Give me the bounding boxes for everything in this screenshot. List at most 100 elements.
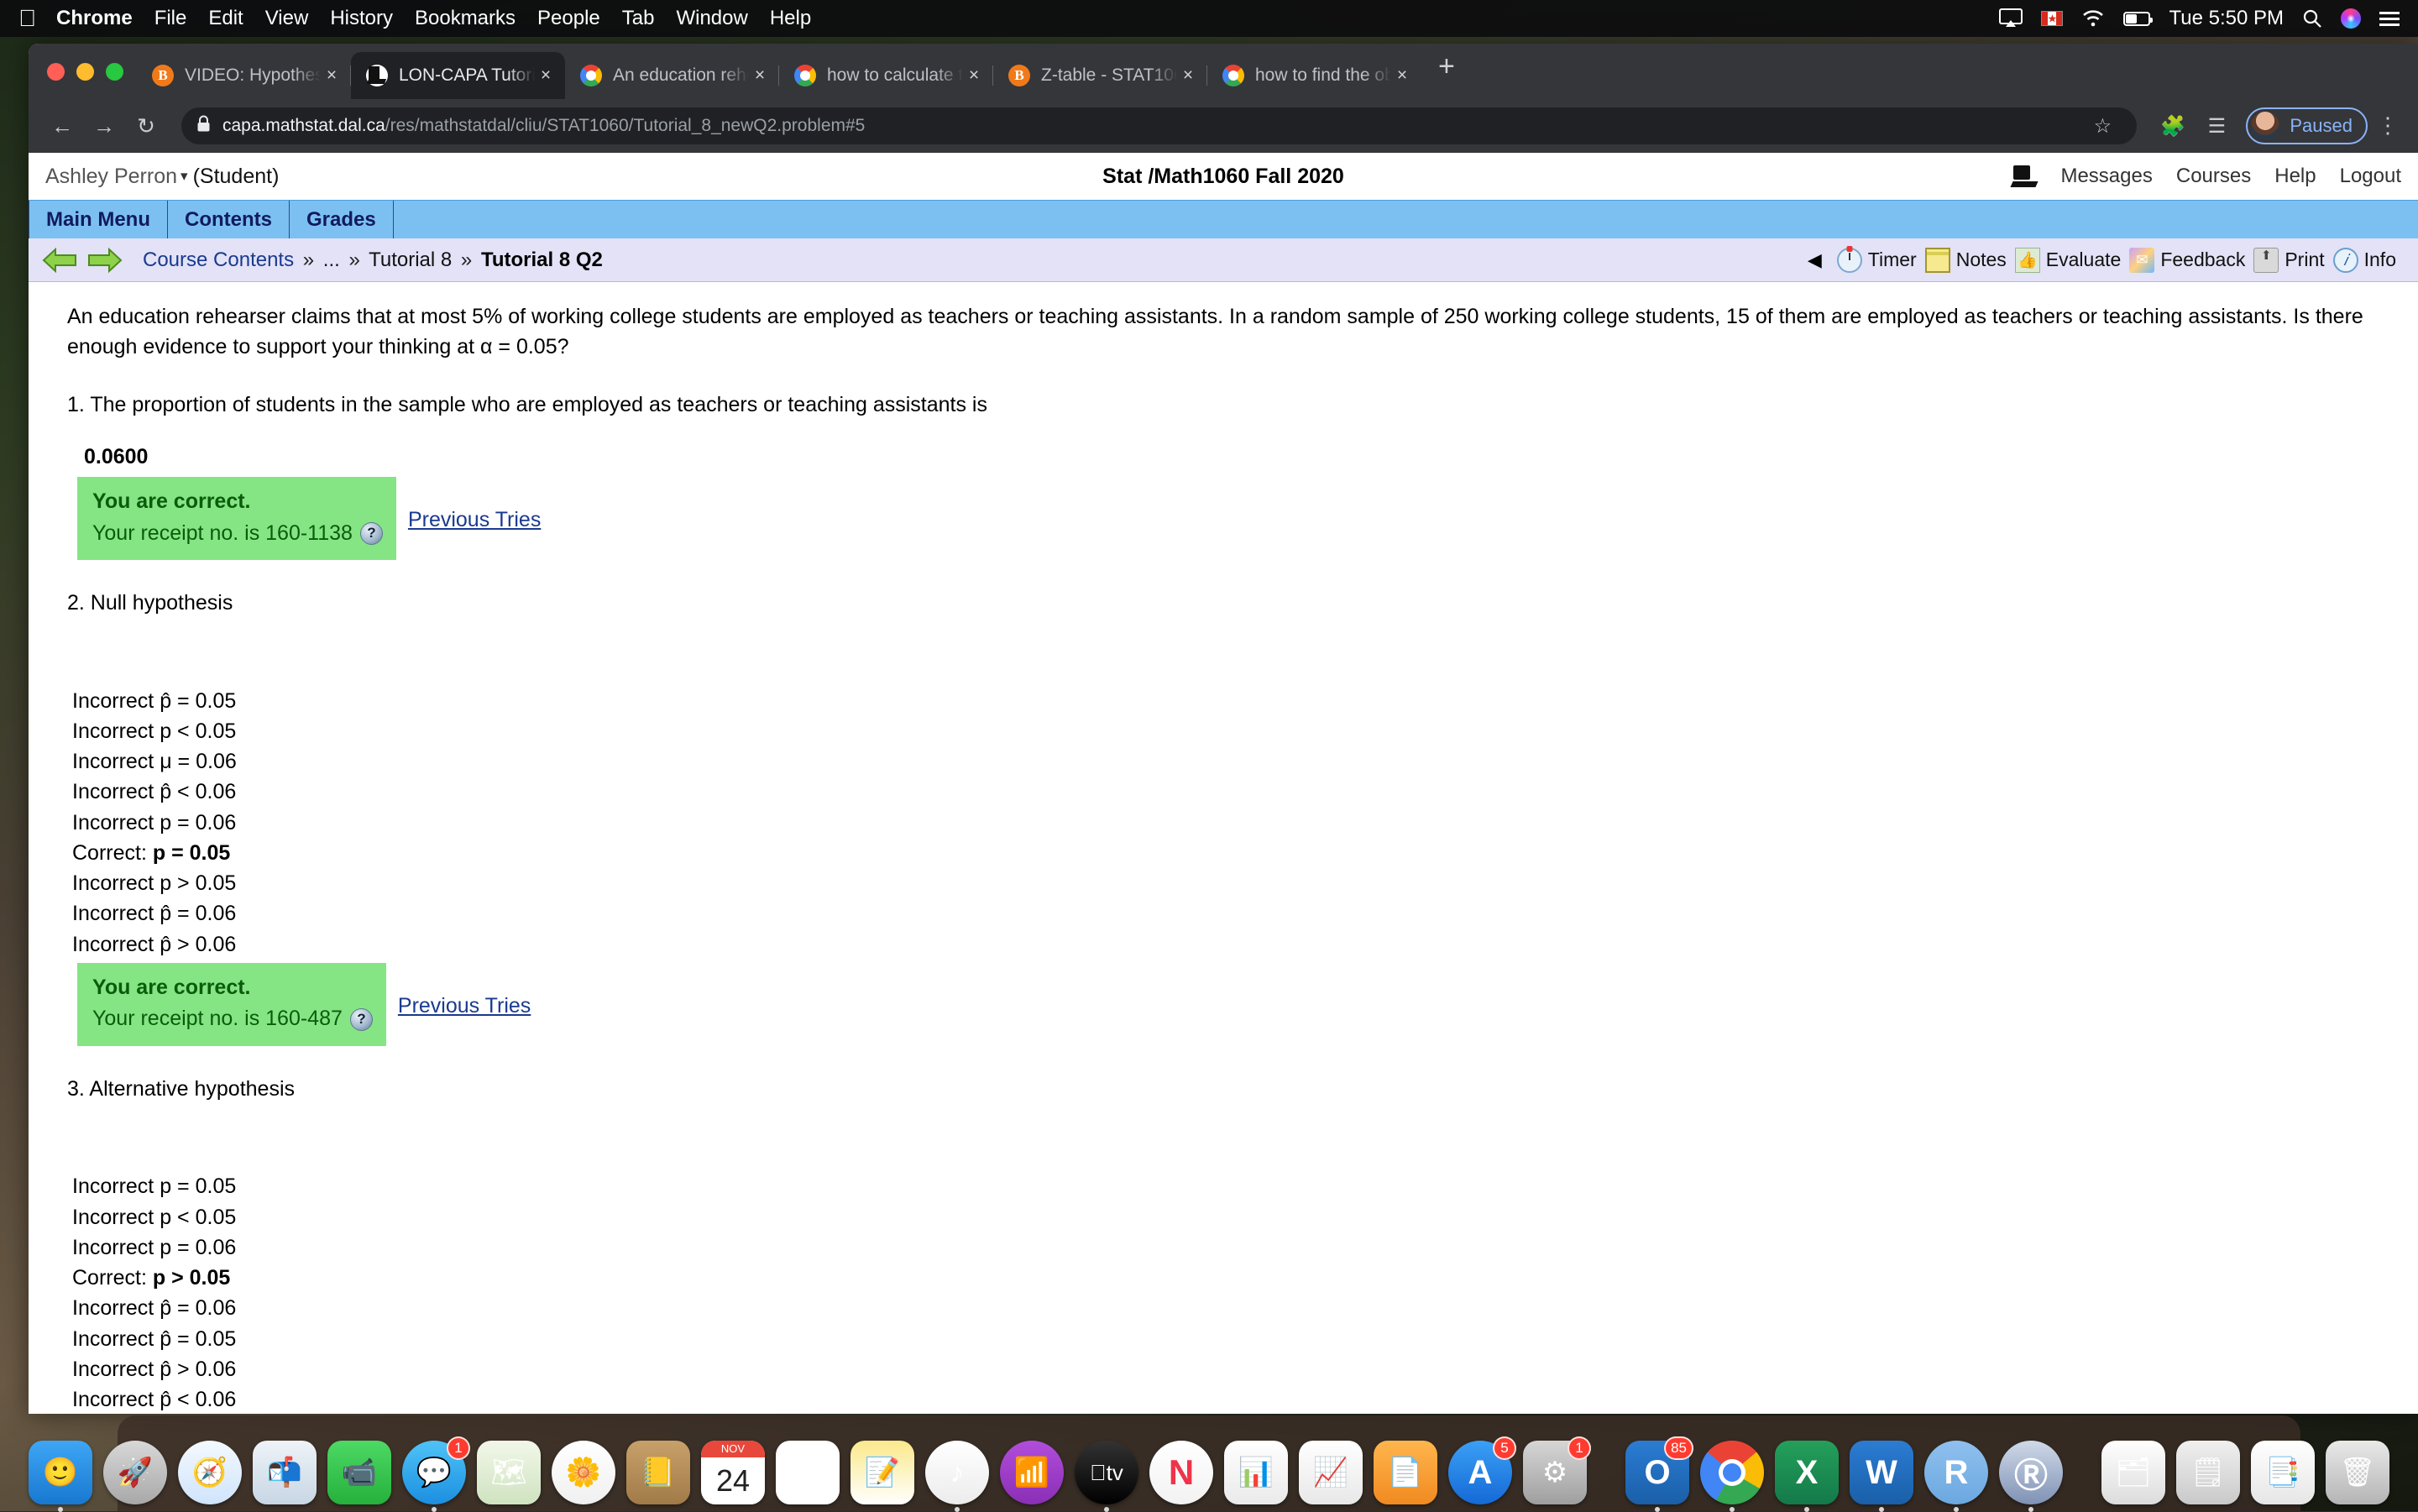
- tool-notes[interactable]: Notes: [1925, 248, 2007, 273]
- back-button[interactable]: ←: [44, 107, 81, 144]
- dock-item-messages[interactable]: 💬1: [402, 1441, 466, 1504]
- battery-icon[interactable]: [2123, 12, 2150, 26]
- tool-print[interactable]: Print: [2253, 248, 2324, 273]
- dock-item-trash[interactable]: 🗑: [2326, 1441, 2389, 1504]
- dock-item-word[interactable]: W: [1850, 1441, 1913, 1504]
- browser-tab-0[interactable]: B VIDEO: Hypothesis Testing ×: [137, 52, 351, 99]
- airplay-icon[interactable]: [1999, 8, 2023, 29]
- menu-contents[interactable]: Contents: [168, 201, 290, 238]
- dock-item-facetime[interactable]: 📹: [327, 1441, 391, 1504]
- dock-item-news[interactable]: N: [1149, 1441, 1213, 1504]
- dock-item-mail[interactable]: 📬: [253, 1441, 317, 1504]
- menubar-item-edit[interactable]: Edit: [208, 7, 243, 30]
- user-name[interactable]: Ashley Perron: [45, 165, 177, 189]
- menubar-item-history[interactable]: History: [330, 7, 393, 30]
- dock-item-finder[interactable]: 🙂: [29, 1441, 92, 1504]
- maximize-window-button[interactable]: [106, 63, 123, 81]
- menubar-item-tab[interactable]: Tab: [622, 7, 655, 30]
- menubar-item-help[interactable]: Help: [770, 7, 811, 30]
- tab-close-icon[interactable]: ×: [749, 65, 771, 86]
- close-window-button[interactable]: [47, 63, 65, 81]
- dock-item-rstudio[interactable]: R: [1924, 1441, 1988, 1504]
- bookmark-star-icon[interactable]: ☆: [2083, 114, 2122, 139]
- browser-tab-5[interactable]: how to find the observed t ×: [1207, 52, 1421, 99]
- breadcrumb-course-contents[interactable]: Course Contents: [143, 249, 294, 271]
- browser-tab-3[interactable]: how to calculate the p-val ×: [779, 52, 993, 99]
- dock-item-reminders[interactable]: ☰: [776, 1441, 840, 1504]
- tab-close-icon[interactable]: ×: [1177, 65, 1199, 86]
- flag-canada-icon[interactable]: ★: [2041, 11, 2063, 26]
- dock-item-outlook[interactable]: O85: [1625, 1441, 1689, 1504]
- breadcrumb-tutorial-8[interactable]: Tutorial 8: [369, 249, 452, 271]
- minimize-window-button[interactable]: [76, 63, 94, 81]
- part-2-previous-tries[interactable]: Previous Tries: [398, 991, 531, 1022]
- menubar-item-window[interactable]: Window: [676, 7, 747, 30]
- remote-control-icon[interactable]: [2012, 165, 2037, 187]
- tool-feedback[interactable]: Feedback: [2129, 248, 2245, 273]
- forward-button[interactable]: →: [86, 107, 123, 144]
- chrome-menu-icon[interactable]: ⋮: [2373, 119, 2403, 133]
- menubar-clock[interactable]: Tue 5:50 PM: [2169, 7, 2284, 30]
- dock-item-pages[interactable]: 📄: [1374, 1441, 1437, 1504]
- nav-logout[interactable]: Logout: [2340, 165, 2401, 188]
- question-mark-icon[interactable]: ?: [350, 1008, 373, 1031]
- menubar-item-file[interactable]: File: [154, 7, 187, 30]
- dock-item-excel[interactable]: X: [1775, 1441, 1839, 1504]
- green-forward-arrow-icon[interactable]: [87, 246, 123, 275]
- nav-messages[interactable]: Messages: [2060, 165, 2152, 188]
- question-mark-icon[interactable]: ?: [360, 522, 383, 545]
- menubar-item-view[interactable]: View: [265, 7, 309, 30]
- dock-item-document-window[interactable]: 🗒: [2176, 1441, 2240, 1504]
- siri-icon[interactable]: [2341, 8, 2361, 29]
- dock-item-keynote[interactable]: 📈: [1299, 1441, 1363, 1504]
- dock-item-notes[interactable]: 📝: [850, 1441, 914, 1504]
- profile-button[interactable]: Paused: [2246, 107, 2368, 144]
- dock-item-numbers[interactable]: 📊: [1224, 1441, 1288, 1504]
- tool-info[interactable]: Info: [2333, 248, 2396, 273]
- breadcrumb-ellipsis[interactable]: ...: [323, 249, 340, 271]
- dock-item-system-preferences[interactable]: ⚙1: [1523, 1441, 1587, 1504]
- dock-item-appletv[interactable]: tv: [1075, 1441, 1138, 1504]
- menu-main-menu[interactable]: Main Menu: [29, 201, 168, 238]
- dock-item-launchpad[interactable]: 🚀: [103, 1441, 167, 1504]
- dock-item-music[interactable]: ♪: [925, 1441, 989, 1504]
- reload-button[interactable]: ↻: [128, 107, 165, 144]
- nav-courses[interactable]: Courses: [2176, 165, 2251, 188]
- collapse-tools-icon[interactable]: ◀: [1808, 249, 1822, 271]
- menubar-item-bookmarks[interactable]: Bookmarks: [415, 7, 516, 30]
- dock-item-r[interactable]: Ⓡ: [1999, 1441, 2063, 1504]
- tab-close-icon[interactable]: ×: [1391, 65, 1413, 86]
- dock-item-photos[interactable]: 🌼: [552, 1441, 615, 1504]
- tool-timer[interactable]: Timer: [1837, 248, 1917, 273]
- control-center-icon[interactable]: [2379, 12, 2400, 26]
- new-tab-button[interactable]: +: [1421, 52, 1472, 91]
- chevron-down-icon[interactable]: ▾: [181, 168, 188, 185]
- browser-tab-4[interactable]: B Z-table - STAT1060 & MAT ×: [993, 52, 1207, 99]
- menubar-item-people[interactable]: People: [537, 7, 600, 30]
- tab-close-icon[interactable]: ×: [321, 65, 343, 86]
- dock-item-contacts[interactable]: 📒: [626, 1441, 690, 1504]
- dock-item-documents-stack[interactable]: 📑: [2251, 1441, 2315, 1504]
- wifi-icon[interactable]: [2081, 9, 2105, 28]
- part-1-previous-tries[interactable]: Previous Tries: [408, 505, 541, 536]
- apple-menu-icon[interactable]: : [18, 7, 36, 30]
- dock-item-scanner-doc[interactable]: 🗂: [2101, 1441, 2165, 1504]
- media-playlist-icon[interactable]: ☰: [2197, 114, 2236, 139]
- dock-item-podcasts[interactable]: 📶: [1000, 1441, 1064, 1504]
- tool-evaluate[interactable]: Evaluate: [2015, 248, 2122, 273]
- green-back-arrow-icon[interactable]: [42, 246, 77, 275]
- extensions-icon[interactable]: 🧩: [2154, 114, 2192, 139]
- nav-help[interactable]: Help: [2274, 165, 2316, 188]
- dock-item-chrome[interactable]: [1700, 1441, 1764, 1504]
- browser-tab-1-active[interactable]: LON-CAPA Tutorial 8 Q2 ×: [351, 52, 565, 99]
- menubar-item-chrome[interactable]: Chrome: [56, 7, 133, 30]
- address-bar[interactable]: capa.mathstat.dal.ca/res/mathstatdal/cli…: [181, 107, 2137, 144]
- spotlight-search-icon[interactable]: [2302, 8, 2322, 29]
- tab-close-icon[interactable]: ×: [963, 65, 985, 86]
- dock-item-calendar[interactable]: NOV24: [701, 1441, 765, 1504]
- dock-item-app-store[interactable]: A5: [1448, 1441, 1512, 1504]
- menu-grades[interactable]: Grades: [290, 201, 394, 238]
- dock-item-maps[interactable]: 🗺: [477, 1441, 541, 1504]
- dock-item-safari[interactable]: 🧭: [178, 1441, 242, 1504]
- tab-close-icon[interactable]: ×: [535, 65, 557, 86]
